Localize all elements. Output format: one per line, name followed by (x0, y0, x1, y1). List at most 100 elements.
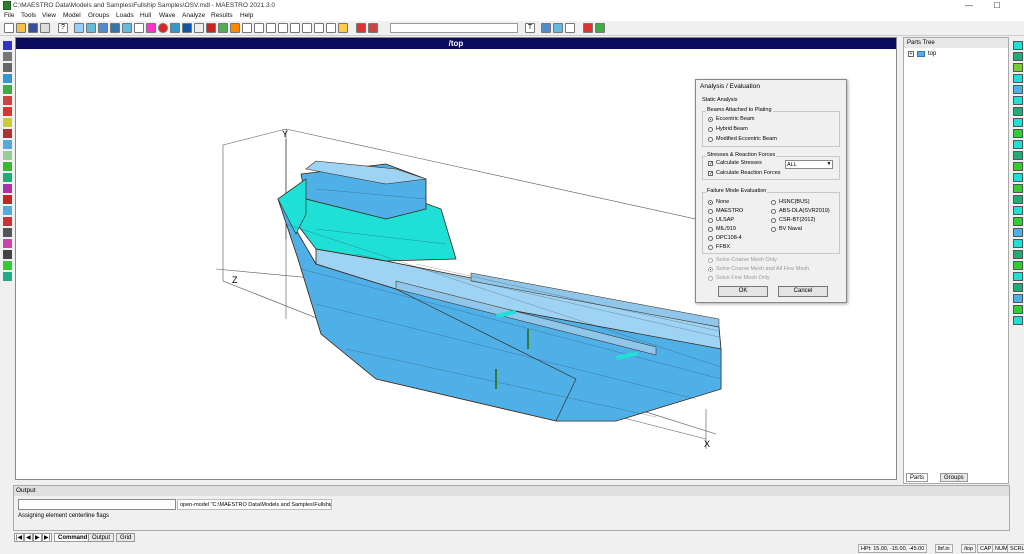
color-swatch[interactable] (1013, 151, 1023, 160)
move-icon[interactable] (278, 23, 288, 33)
color-swatch[interactable] (1013, 63, 1023, 72)
color-swatch[interactable] (1013, 52, 1023, 61)
zoom-icon[interactable] (266, 23, 276, 33)
tool-icon[interactable] (3, 228, 12, 237)
tab-command[interactable]: Command (54, 533, 92, 542)
model-icon[interactable] (3, 52, 12, 61)
menu-results[interactable]: Results (211, 12, 233, 19)
display-icon[interactable] (230, 23, 240, 33)
menu-help[interactable]: Help (240, 12, 253, 19)
color-swatch[interactable] (1013, 195, 1023, 204)
chevron-down-icon[interactable]: ▼ (825, 160, 833, 169)
display-icon[interactable] (206, 23, 216, 33)
minimize-button[interactable]: — (955, 0, 983, 11)
menu-wave[interactable]: Wave (159, 12, 175, 19)
color-swatch[interactable] (1013, 173, 1023, 182)
radio-coarse-and-fine[interactable] (708, 267, 713, 272)
color-swatch[interactable] (1013, 250, 1023, 259)
maximize-button[interactable]: ☐ (983, 0, 1011, 11)
delete-icon[interactable] (356, 23, 366, 33)
radio-hsnc[interactable] (771, 200, 776, 205)
menu-loads[interactable]: Loads (116, 12, 134, 19)
nav-next-button[interactable]: ▶ (33, 533, 42, 542)
nav-prev-button[interactable]: ◀ (24, 533, 33, 542)
tool-icon[interactable] (3, 118, 12, 127)
color-swatch[interactable] (1013, 129, 1023, 138)
color-swatch[interactable] (1013, 283, 1023, 292)
view-icon[interactable] (110, 23, 120, 33)
display-icon[interactable] (218, 23, 228, 33)
tool-icon[interactable] (3, 261, 12, 270)
record-icon[interactable] (158, 23, 168, 33)
tool-icon[interactable] (3, 184, 12, 193)
nav-last-button[interactable]: ▶| (42, 533, 53, 542)
color-swatch[interactable] (1013, 228, 1023, 237)
view-icon[interactable] (86, 23, 96, 33)
menu-groups[interactable]: Groups (88, 12, 109, 19)
tool-icon[interactable] (3, 206, 12, 215)
color-swatch[interactable] (1013, 96, 1023, 105)
tool-icon[interactable] (3, 173, 12, 182)
color-swatch[interactable] (1013, 162, 1023, 171)
dropdown-icon[interactable] (368, 23, 378, 33)
results-icon[interactable] (595, 23, 605, 33)
expand-icon[interactable]: + (908, 51, 914, 57)
radio-fine-only[interactable] (708, 276, 713, 281)
radio-abs-dla[interactable] (771, 209, 776, 214)
text-icon[interactable]: T (525, 23, 535, 33)
tool-icon[interactable] (326, 23, 336, 33)
help-icon[interactable]: ? (58, 23, 68, 33)
tool-icon[interactable] (314, 23, 324, 33)
color-swatch[interactable] (1013, 316, 1023, 325)
color-swatch[interactable] (1013, 206, 1023, 215)
grid-icon[interactable] (170, 23, 180, 33)
view-icon[interactable] (122, 23, 132, 33)
view-icon[interactable] (74, 23, 84, 33)
radio-eccentric-beam[interactable] (708, 117, 713, 122)
tab-output[interactable]: Output (88, 533, 115, 542)
view-icon[interactable] (98, 23, 108, 33)
tool-icon[interactable] (3, 195, 12, 204)
color-swatch[interactable] (1013, 261, 1023, 270)
color-icon[interactable] (553, 23, 563, 33)
menu-file[interactable]: File (4, 12, 14, 19)
color-swatch[interactable] (1013, 107, 1023, 116)
tool-icon[interactable] (3, 151, 12, 160)
ok-button[interactable]: OK (718, 286, 768, 297)
radio-coarse-only[interactable] (708, 258, 713, 263)
command-input[interactable] (18, 499, 176, 510)
radio-bv-naval[interactable] (771, 227, 776, 232)
node-icon[interactable] (3, 63, 12, 72)
tool-icon[interactable] (290, 23, 300, 33)
color-swatch[interactable] (1013, 85, 1023, 94)
menu-model[interactable]: Model (63, 12, 81, 19)
tool-icon[interactable] (3, 250, 12, 259)
color-swatch[interactable] (1013, 305, 1023, 314)
color-icon[interactable] (541, 23, 551, 33)
tool-icon[interactable] (3, 162, 12, 171)
cancel-button[interactable]: Cancel (778, 286, 828, 297)
menu-tools[interactable]: Tools (21, 12, 36, 19)
nav-first-button[interactable]: |◀ (14, 533, 25, 542)
radio-dpc108[interactable] (708, 236, 713, 241)
chart-icon[interactable] (565, 23, 575, 33)
save-icon[interactable] (28, 23, 38, 33)
radio-mil919[interactable] (708, 227, 713, 232)
color-swatch[interactable] (1013, 239, 1023, 248)
color-swatch[interactable] (1013, 184, 1023, 193)
calculate-stresses-checkbox[interactable]: ✓ (708, 161, 713, 167)
command-combo[interactable] (390, 23, 518, 33)
display-icon[interactable] (182, 23, 192, 33)
color-swatch[interactable] (1013, 41, 1023, 50)
display-icon[interactable] (194, 23, 204, 33)
menu-hull[interactable]: Hull (140, 12, 151, 19)
grid-icon[interactable] (3, 74, 12, 83)
menu-analyze[interactable]: Analyze (182, 12, 205, 19)
radio-none[interactable] (708, 200, 713, 205)
color-swatch[interactable] (1013, 118, 1023, 127)
print-icon[interactable] (40, 23, 50, 33)
color-swatch[interactable] (1013, 294, 1023, 303)
tool-icon[interactable] (302, 23, 312, 33)
tab-groups[interactable]: Groups (940, 473, 968, 482)
radio-maestro[interactable] (708, 209, 713, 214)
